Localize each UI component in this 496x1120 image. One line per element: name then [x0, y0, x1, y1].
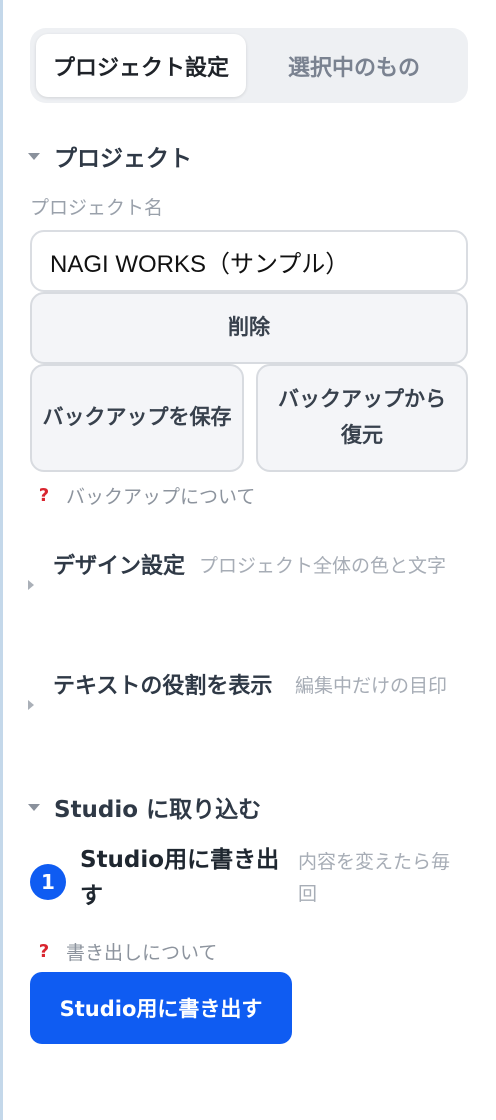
- caret-down-icon: [28, 152, 40, 160]
- step-title: Studio用に書き出す: [80, 847, 280, 909]
- tab-project-settings[interactable]: プロジェクト設定: [36, 34, 246, 97]
- export-step: 1 Studio用に書き出す 内容を変えたら毎回: [30, 842, 470, 920]
- text-role-description: 編集中だけの目印: [295, 675, 448, 697]
- design-settings-title: デザイン設定: [53, 554, 186, 579]
- tab-bar: プロジェクト設定 選択中のもの: [30, 28, 468, 103]
- design-settings-description: プロジェクト全体の色と文字: [199, 555, 447, 577]
- export-help-link[interactable]: ? 書き出しについて: [32, 938, 218, 965]
- step-description: 内容を変えたら毎回: [298, 851, 451, 905]
- caret-right-icon: [28, 700, 34, 710]
- backup-save-button[interactable]: バックアップを保存: [30, 364, 244, 472]
- caret-down-icon: [28, 803, 40, 811]
- text-role-section[interactable]: テキストの役割を表示 編集中だけの目印: [28, 670, 468, 710]
- tab-selection[interactable]: 選択中のもの: [246, 34, 462, 97]
- studio-section-header[interactable]: Studio に取り込む: [28, 790, 261, 824]
- studio-section-title: Studio に取り込む: [54, 797, 262, 823]
- project-section-title: プロジェクト: [54, 146, 192, 172]
- step-number-badge: 1: [30, 864, 66, 900]
- panel-left-border: [0, 0, 3, 1120]
- backup-help-label: バックアップについて: [66, 486, 256, 508]
- export-help-label: 書き出しについて: [66, 942, 218, 964]
- text-role-title: テキストの役割を表示: [53, 674, 273, 699]
- project-name-label: プロジェクト名: [30, 197, 164, 219]
- studio-export-button[interactable]: Studio用に書き出す: [30, 972, 292, 1044]
- caret-right-icon: [28, 580, 34, 590]
- backup-restore-button[interactable]: バックアップから復元: [256, 364, 468, 472]
- question-icon: ?: [38, 485, 50, 506]
- delete-button[interactable]: 削除: [30, 292, 468, 364]
- design-settings-section[interactable]: デザイン設定 プロジェクト全体の色と文字: [28, 550, 468, 590]
- project-name-input[interactable]: [30, 230, 468, 292]
- project-section-header[interactable]: プロジェクト: [28, 139, 192, 173]
- backup-help-link[interactable]: ? バックアップについて: [32, 482, 256, 509]
- question-icon: ?: [38, 941, 50, 962]
